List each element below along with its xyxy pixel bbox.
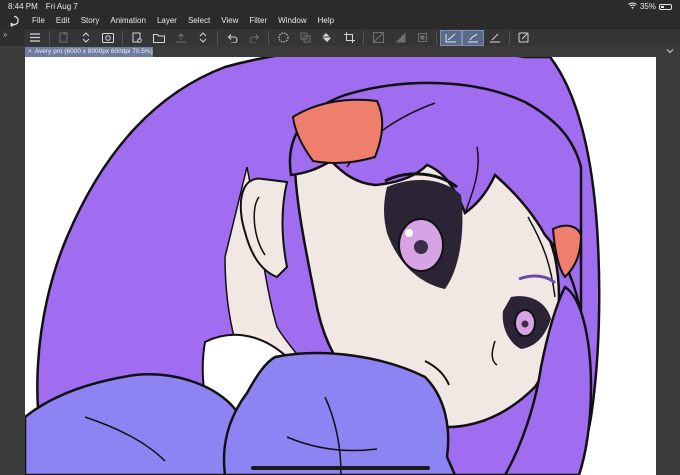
toolbar-separator xyxy=(436,30,437,45)
status-date: Fri Aug 7 xyxy=(45,2,78,11)
menu-edit[interactable]: Edit xyxy=(56,16,70,25)
eye-right-pupil xyxy=(521,320,529,328)
pen-icon[interactable] xyxy=(484,30,506,46)
undo-icon[interactable] xyxy=(221,30,243,46)
eye-left-pupil xyxy=(414,240,428,254)
status-right: 35% xyxy=(628,2,672,11)
transform-icon[interactable] xyxy=(411,30,433,46)
character-artwork[interactable] xyxy=(25,57,656,475)
clear-icon[interactable] xyxy=(367,30,389,46)
menu-layer[interactable]: Layer xyxy=(157,16,177,25)
redo-icon[interactable] xyxy=(243,30,265,46)
camera-icon[interactable] xyxy=(97,30,119,46)
copy-icon[interactable] xyxy=(294,30,316,46)
menu-animation[interactable]: Animation xyxy=(110,16,146,25)
toolbar-separator xyxy=(49,30,50,45)
eye-left-highlight xyxy=(405,229,413,237)
snap-icon[interactable] xyxy=(462,29,484,46)
status-time: 8:44 PM xyxy=(8,2,38,11)
status-bar: 8:44 PM Fri Aug 7 35% xyxy=(0,0,680,13)
document-tab-row: × Avery pro (6000 x 8000px 600dpi 70.5%) xyxy=(0,46,680,57)
clip-studio-icon[interactable] xyxy=(8,15,22,27)
home-indicator[interactable] xyxy=(251,466,430,470)
menu-help[interactable]: Help xyxy=(318,16,334,25)
upload-stepper-icon[interactable] xyxy=(192,30,214,46)
toolbar-separator xyxy=(268,30,269,45)
menu-window[interactable]: Window xyxy=(278,16,306,25)
menu-icon[interactable] xyxy=(24,30,46,46)
settings-icon[interactable] xyxy=(513,30,535,46)
wifi-icon xyxy=(628,2,637,11)
drawing-canvas[interactable] xyxy=(25,57,656,475)
menu-select[interactable]: Select xyxy=(188,16,210,25)
document-tab[interactable]: × Avery pro (6000 x 8000px 600dpi 70.5%) xyxy=(25,47,153,57)
menu-file[interactable]: File xyxy=(32,16,45,25)
new-icon[interactable] xyxy=(53,30,75,46)
open-folder-icon[interactable] xyxy=(148,30,170,46)
upload-icon[interactable] xyxy=(170,30,192,46)
menu-story[interactable]: Story xyxy=(81,16,100,25)
fill-icon[interactable] xyxy=(316,30,338,46)
crop-icon[interactable] xyxy=(338,30,360,46)
menu-bar: File Edit Story Animation Layer Select V… xyxy=(0,13,680,28)
battery-icon xyxy=(659,3,672,10)
right-panel xyxy=(656,57,680,475)
close-tab-icon[interactable]: × xyxy=(28,48,32,55)
toolbar-separator xyxy=(363,30,364,45)
invert-icon[interactable] xyxy=(389,30,411,46)
side-panel-toggle[interactable]: » xyxy=(0,28,24,47)
command-bar: » xyxy=(0,28,680,47)
battery-fill xyxy=(661,5,665,8)
toolbar-separator xyxy=(122,30,123,45)
battery-percent: 35% xyxy=(639,2,656,11)
page-icon[interactable] xyxy=(126,30,148,46)
toolbar-separator xyxy=(509,30,510,45)
ruler-icon[interactable] xyxy=(440,29,462,46)
selection-icon[interactable] xyxy=(272,30,294,46)
menu-filter[interactable]: Filter xyxy=(249,16,267,25)
chevron-down-icon[interactable] xyxy=(666,46,674,57)
menu-view[interactable]: View xyxy=(221,16,238,25)
toolbar-separator xyxy=(217,30,218,45)
document-tab-title: Avery pro (6000 x 8000px 600dpi 70.5%) xyxy=(34,48,153,55)
stepper-icon[interactable] xyxy=(75,30,97,46)
